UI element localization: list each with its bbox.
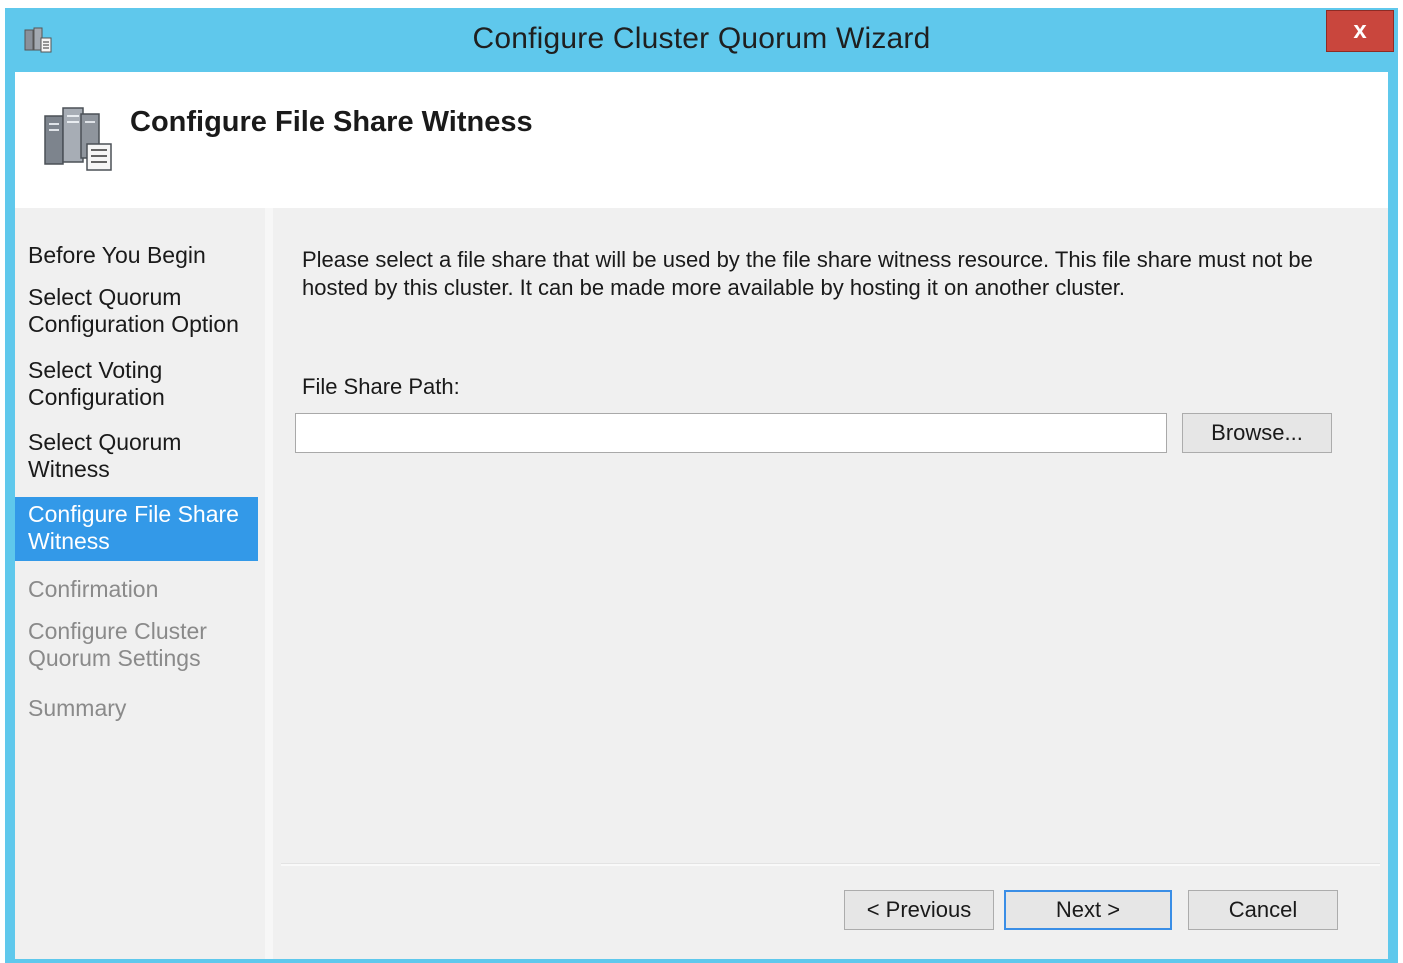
window-title: Configure Cluster Quorum Wizard (472, 22, 931, 55)
steps-divider (265, 208, 273, 959)
step-select-voting-configuration[interactable]: Select Voting Configuration (15, 357, 258, 411)
steps-panel: Before You Begin Select Quorum Configura… (15, 208, 265, 959)
step-configure-cluster-quorum-settings: Configure Cluster Quorum Settings (28, 618, 207, 671)
step-before-you-begin[interactable]: Before You Begin (15, 242, 258, 269)
wizard-window: Configure Cluster Quorum Wizard x Config… (5, 8, 1398, 963)
wizard-body: Before You Begin Select Quorum Configura… (15, 208, 1388, 959)
next-button[interactable]: Next > (1004, 890, 1172, 930)
page-title: Configure File Share Witness (130, 106, 533, 138)
browse-button[interactable]: Browse... (1182, 413, 1332, 453)
previous-button[interactable]: < Previous (844, 890, 994, 930)
step-summary: Summary (28, 695, 127, 721)
step-confirmation: Confirmation (28, 576, 159, 602)
cancel-button[interactable]: Cancel (1188, 890, 1338, 930)
footer-divider (281, 863, 1380, 866)
main-content: Please select a file share that will be … (273, 208, 1388, 959)
wizard-header: Configure File Share Witness (15, 72, 1388, 208)
file-share-path-label: File Share Path: (302, 374, 460, 399)
file-share-path-input[interactable] (295, 413, 1167, 453)
step-select-quorum-configuration-option[interactable]: Select Quorum Configuration Option (15, 284, 258, 338)
instructions-text: Please select a file share that will be … (302, 247, 1313, 300)
step-select-quorum-witness[interactable]: Select Quorum Witness (15, 429, 258, 483)
step-configure-file-share-witness[interactable]: Configure File Share Witness (15, 497, 258, 561)
close-button[interactable]: x (1326, 10, 1394, 52)
title-bar[interactable]: Configure Cluster Quorum Wizard x (5, 8, 1398, 72)
cluster-servers-icon (44, 107, 112, 171)
wizard-client-area: Configure File Share Witness Before You … (15, 72, 1388, 959)
